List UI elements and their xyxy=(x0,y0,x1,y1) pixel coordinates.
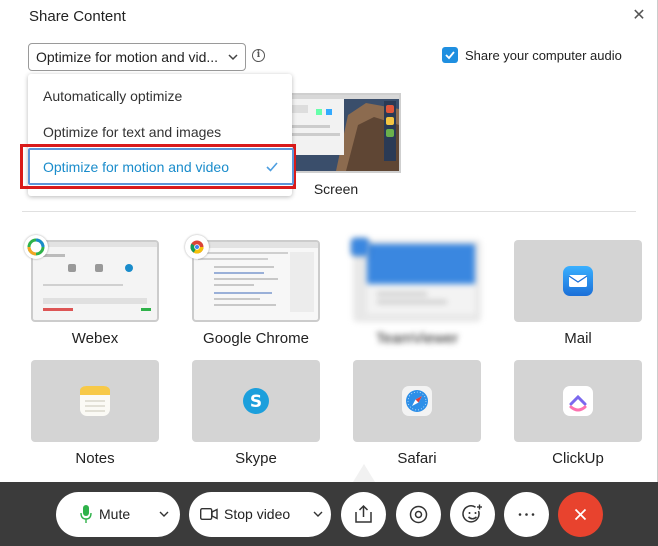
divider xyxy=(22,211,636,212)
reactions-button[interactable] xyxy=(450,492,495,537)
teamviewer-thumbnail xyxy=(353,240,481,322)
app-name: Notes xyxy=(75,450,115,467)
app-name: Google Chrome xyxy=(203,330,309,347)
record-button[interactable] xyxy=(396,492,441,537)
share-audio-label: Share your computer audio xyxy=(465,48,622,63)
dialog-title: Share Content xyxy=(29,8,126,25)
clickup-icon xyxy=(563,386,593,416)
end-call-button[interactable] xyxy=(558,492,603,537)
dropdown-option-label: Optimize for motion and video xyxy=(43,159,229,175)
more-options-button[interactable] xyxy=(504,492,549,537)
close-icon xyxy=(574,508,587,521)
mail-icon xyxy=(563,266,593,296)
notes-icon xyxy=(80,386,110,416)
chevron-down-icon[interactable] xyxy=(313,511,323,518)
clickup-thumbnail xyxy=(514,360,642,442)
stop-video-button[interactable]: Stop video xyxy=(189,492,331,537)
share-content-button[interactable] xyxy=(341,492,386,537)
mute-button[interactable]: Mute xyxy=(56,492,180,537)
safari-icon xyxy=(402,386,432,416)
webex-icon xyxy=(24,235,48,259)
share-icon xyxy=(355,504,372,523)
app-name: Mail xyxy=(564,330,592,347)
stop-video-label: Stop video xyxy=(224,506,291,522)
record-icon xyxy=(409,505,428,524)
optimize-select[interactable]: Optimize for motion and vid... xyxy=(28,43,246,71)
emoji-icon xyxy=(462,504,482,523)
app-name: ClickUp xyxy=(552,450,604,467)
skype-icon: S xyxy=(241,386,271,416)
dropdown-option-motion-video[interactable]: Optimize for motion and video xyxy=(28,148,294,185)
skype-thumbnail: S xyxy=(192,360,320,442)
video-camera-icon xyxy=(200,508,218,520)
webex-thumbnail xyxy=(31,240,159,322)
chevron-down-icon[interactable] xyxy=(159,511,169,518)
app-name: Skype xyxy=(235,450,277,467)
chevron-down-icon xyxy=(228,54,238,61)
google-chrome-icon xyxy=(185,235,209,259)
app-name: TeamViewer xyxy=(375,330,459,347)
more-icon xyxy=(518,513,535,516)
teamviewer-icon xyxy=(351,238,369,256)
mail-thumbnail xyxy=(514,240,642,322)
notes-thumbnail xyxy=(31,360,159,442)
checkbox-checked-icon xyxy=(442,47,458,63)
dropdown-option-auto[interactable]: Automatically optimize xyxy=(43,88,182,104)
svg-text:S: S xyxy=(250,392,262,412)
close-icon[interactable]: ✕ xyxy=(631,8,647,24)
screen-thumbnail[interactable] xyxy=(284,93,401,173)
info-icon[interactable]: i xyxy=(252,49,265,62)
dropdown-option-text-images[interactable]: Optimize for text and images xyxy=(43,124,221,140)
chrome-thumbnail xyxy=(192,240,320,322)
microphone-icon xyxy=(80,505,92,523)
safari-thumbnail xyxy=(353,360,481,442)
screen-label: Screen xyxy=(313,181,359,197)
checkmark-icon xyxy=(266,162,278,172)
share-pointer-notch xyxy=(353,464,375,482)
optimize-select-value: Optimize for motion and vid... xyxy=(36,49,219,65)
mute-label: Mute xyxy=(99,506,131,522)
app-name: Webex xyxy=(71,330,119,347)
share-content-dialog: Share Content ✕ Optimize for motion and … xyxy=(0,0,658,482)
